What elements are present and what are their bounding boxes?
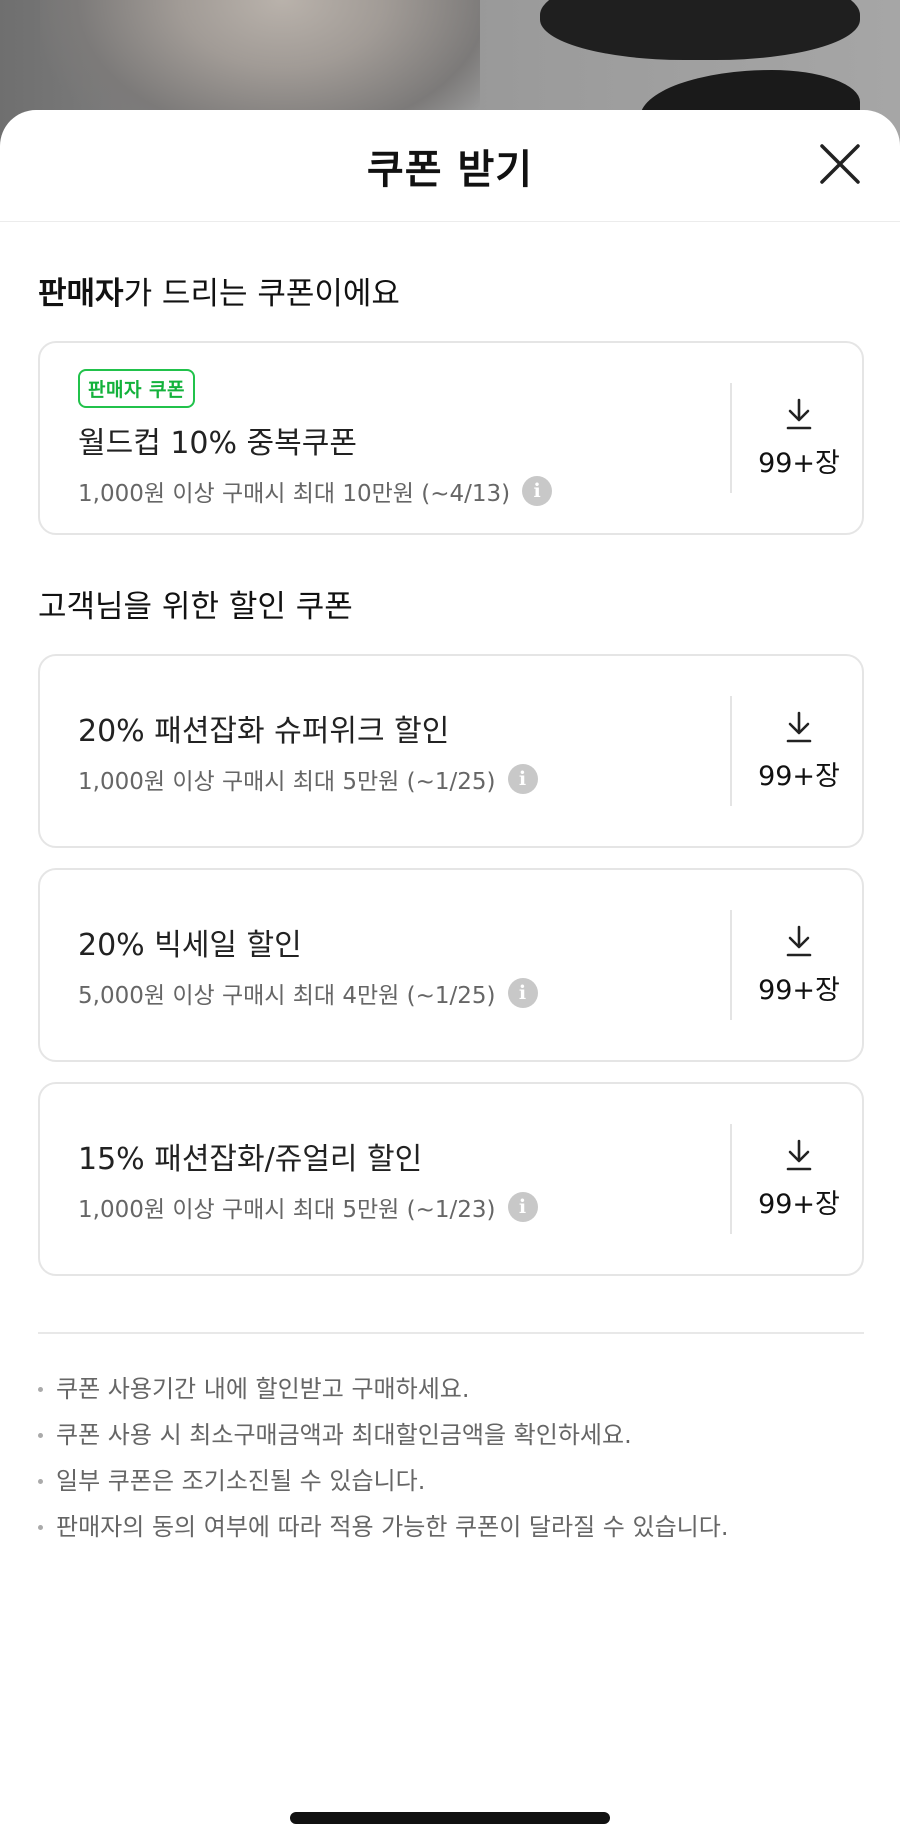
coupon-card: 판매자 쿠폰 월드컵 10% 중복쿠폰 1,000원 이상 구매시 최대 10만…	[38, 341, 864, 535]
coupon-name: 월드컵 10% 중복쿠폰	[78, 425, 357, 461]
download-coupon-button[interactable]: 99+장	[734, 870, 864, 1060]
coupon-name: 20% 패션잡화 슈퍼위크 할인	[78, 714, 450, 749]
card-divider	[730, 910, 732, 1020]
download-coupon-button[interactable]: 99+장	[734, 656, 864, 846]
coupon-count: 99+장	[758, 760, 840, 792]
info-icon[interactable]: i	[507, 978, 538, 1008]
coupon-condition: 1,000원 이상 구매시 최대 10만원 (~4/13) i	[78, 474, 718, 508]
close-icon	[820, 144, 860, 184]
card-divider	[730, 696, 732, 806]
coupon-count: 99+장	[758, 447, 840, 479]
download-icon	[786, 711, 812, 742]
shoe-photo	[540, 0, 860, 60]
sheet-header: 쿠폰 받기	[0, 110, 900, 222]
coupon-count: 99+장	[758, 974, 840, 1006]
info-icon[interactable]: i	[507, 1192, 538, 1222]
coupon-condition: 1,000원 이상 구매시 최대 5만원 (~1/25) i	[78, 762, 718, 796]
coupon-card: 15% 패션잡화/쥬얼리 할인 1,000원 이상 구매시 최대 5만원 (~1…	[38, 1082, 864, 1276]
sheet-title: 쿠폰 받기	[366, 146, 534, 193]
note-item: 일부 쿠폰은 조기소진될 수 있습니다.	[38, 1458, 862, 1504]
section-divider	[38, 1332, 864, 1334]
coupon-card: 20% 패션잡화 슈퍼위크 할인 1,000원 이상 구매시 최대 5만원 (~…	[38, 654, 864, 848]
coupon-card: 20% 빅세일 할인 5,000원 이상 구매시 최대 4만원 (~1/25) …	[38, 868, 864, 1062]
download-coupon-button[interactable]: 99+장	[734, 343, 864, 533]
coupon-name: 15% 패션잡화/쥬얼리 할인	[78, 1142, 423, 1177]
home-indicator	[290, 1812, 610, 1824]
download-icon	[786, 398, 812, 429]
card-divider	[730, 383, 732, 493]
note-item: 판매자의 동의 여부에 따라 적용 가능한 쿠폰이 달라질 수 있습니다.	[38, 1504, 862, 1550]
seller-section-title: 판매자가 드리는 쿠폰이에요	[38, 276, 400, 312]
coupon-condition: 5,000원 이상 구매시 최대 4만원 (~1/25) i	[78, 976, 718, 1010]
coupon-name: 20% 빅세일 할인	[78, 928, 302, 963]
download-coupon-button[interactable]: 99+장	[734, 1084, 864, 1274]
close-button[interactable]	[816, 140, 864, 188]
info-icon[interactable]: i	[507, 764, 538, 794]
coupon-count: 99+장	[758, 1188, 840, 1220]
coupon-notes: 쿠폰 사용기간 내에 할인받고 구매하세요. 쿠폰 사용 시 최소구매금액과 최…	[38, 1366, 862, 1550]
card-divider	[730, 1124, 732, 1234]
customer-section-title: 고객님을 위한 할인 쿠폰	[38, 589, 353, 625]
seller-coupon-badge: 판매자 쿠폰	[78, 368, 196, 408]
coupon-condition: 1,000원 이상 구매시 최대 5만원 (~1/23) i	[78, 1190, 718, 1224]
coupon-bottom-sheet: 쿠폰 받기 판매자가 드리는 쿠폰이에요 판매자 쿠폰 월드컵 10% 중복쿠폰…	[0, 110, 900, 1839]
note-item: 쿠폰 사용기간 내에 할인받고 구매하세요.	[38, 1366, 862, 1412]
download-icon	[786, 925, 812, 956]
download-icon	[786, 1139, 812, 1170]
info-icon[interactable]: i	[522, 475, 553, 506]
note-item: 쿠폰 사용 시 최소구매금액과 최대할인금액을 확인하세요.	[38, 1412, 862, 1458]
